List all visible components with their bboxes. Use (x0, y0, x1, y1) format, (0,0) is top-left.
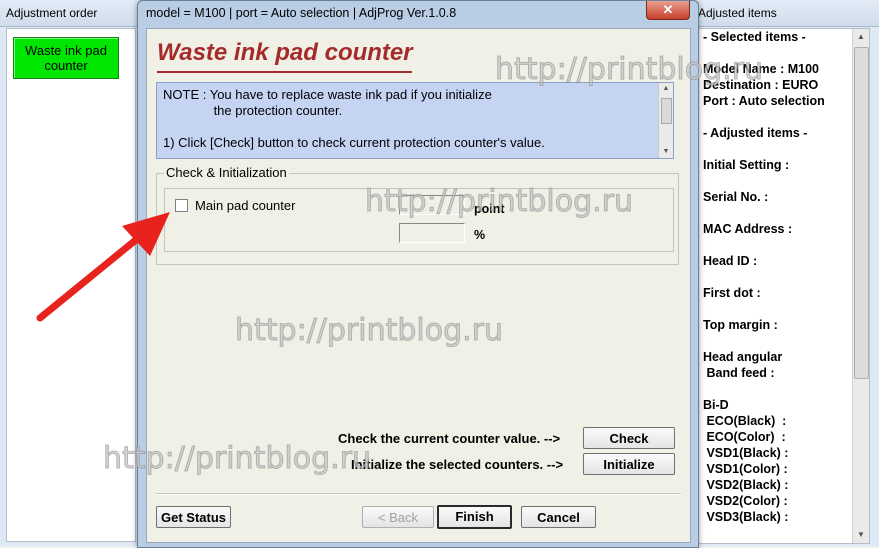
adjusted-items-title: Adjusted items (692, 0, 879, 27)
page-title: Waste ink pad counter (157, 39, 413, 66)
watermark-2: http://printblog.ru (364, 184, 634, 220)
vsd1-black: VSD1(Black) : (703, 446, 789, 460)
waste-ink-pad-counter-button[interactable]: Waste ink pad counter (13, 37, 119, 79)
eco-black: ECO(Black) : (703, 414, 787, 428)
vsd2-black: VSD2(Black) : (703, 478, 789, 492)
vsd2-color: VSD2(Color) : (703, 494, 788, 508)
adjustment-order-title: Adjustment order (0, 0, 140, 27)
first-dot: First dot : (703, 286, 761, 300)
watermark-4: http://printblog.ru (102, 441, 372, 477)
note-scrollbar[interactable]: ▲ ▼ (658, 83, 673, 158)
initialize-hint: Initialize the selected counters. --> (351, 457, 564, 472)
port: Port : Auto selection (703, 94, 825, 108)
scroll-down-icon[interactable]: ▼ (853, 527, 869, 543)
divider (156, 493, 681, 495)
get-status-button[interactable]: Get Status (156, 506, 231, 528)
note-scroll-down-icon[interactable]: ▼ (659, 146, 673, 158)
scroll-up-icon[interactable]: ▲ (853, 29, 869, 45)
vsd1-color: VSD1(Color) : (703, 462, 788, 476)
note-scroll-thumb[interactable] (661, 98, 672, 124)
initial-setting: Initial Setting : (703, 158, 790, 172)
eco-color: ECO(Color) : (703, 430, 786, 444)
top-margin: Top margin : (703, 318, 778, 332)
head-id: Head ID : (703, 254, 758, 268)
dialog-title: model = M100 | port = Auto selection | A… (146, 6, 457, 20)
main-pad-counter-label: Main pad counter (195, 198, 296, 213)
serial-no: Serial No. : (703, 190, 769, 204)
percent-value-field (399, 223, 465, 243)
head-angular: Head angular (703, 350, 783, 364)
mac-address: MAC Address : (703, 222, 793, 236)
finish-button[interactable]: Finish (437, 505, 512, 529)
adjusted-items-panel: - Selected items - Model Name : M100 Des… (698, 28, 870, 544)
cancel-button[interactable]: Cancel (521, 506, 596, 528)
back-button[interactable]: < Back (362, 506, 434, 528)
band-feed: Band feed : (703, 366, 775, 380)
note-box: NOTE : You have to replace waste ink pad… (156, 82, 674, 159)
note-text: NOTE : You have to replace waste ink pad… (163, 87, 545, 150)
percent-unit: % (474, 228, 486, 242)
initialize-button[interactable]: Initialize (583, 453, 675, 475)
adjusted-items-scrollbar[interactable]: ▲ ▼ (852, 29, 869, 543)
check-button[interactable]: Check (583, 427, 675, 449)
annotation-arrow-icon (36, 212, 170, 322)
title-underline (157, 71, 412, 73)
scroll-thumb[interactable] (854, 47, 869, 379)
adjusted-items-header: - Adjusted items - (703, 126, 808, 140)
bi-d: Bi-D (703, 398, 729, 412)
watermark-3: http://printblog.ru (234, 313, 504, 349)
check-hint: Check the current counter value. --> (338, 431, 561, 446)
vsd3-black: VSD3(Black) : (703, 510, 789, 524)
close-button[interactable]: ✕ (646, 1, 690, 20)
watermark-1: http://printblog.ru (494, 52, 764, 88)
selected-items-header: - Selected items - (703, 30, 806, 44)
group-label: Check & Initialization (164, 165, 289, 180)
